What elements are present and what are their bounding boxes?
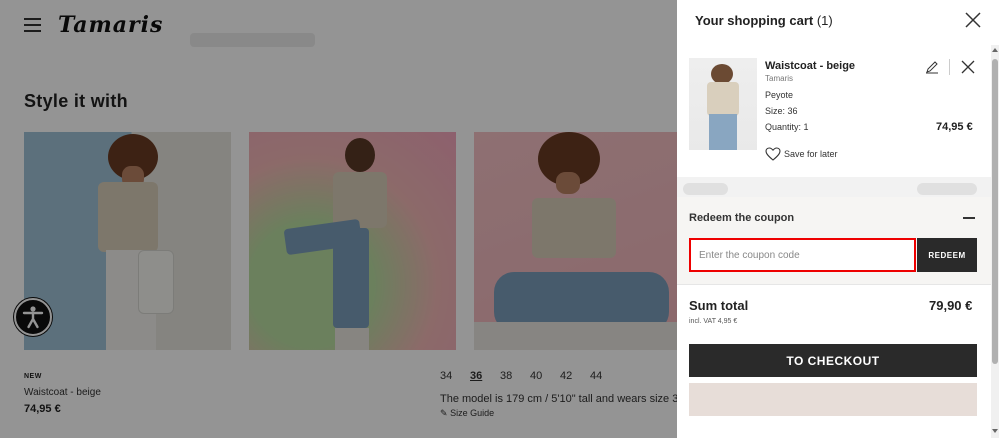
cart-item: Waistcoat - beige Tamaris Peyote Size: 3… [677, 43, 991, 177]
action-separator [949, 59, 950, 75]
divider [677, 284, 991, 285]
sum-total-label: Sum total [689, 298, 749, 313]
vat-note: incl. VAT 4,95 € [689, 318, 738, 325]
cart-count: (1) [816, 13, 833, 28]
close-icon[interactable] [964, 11, 982, 29]
sum-total-value: 79,90 € [929, 298, 973, 313]
save-for-later-button[interactable]: Save for later [765, 147, 838, 161]
cart-item-quantity: Quantity: 1 [765, 122, 809, 132]
cart-item-thumbnail[interactable] [689, 58, 757, 150]
edit-icon[interactable] [925, 60, 939, 74]
save-for-later-label: Save for later [784, 149, 838, 159]
cart-title: Your shopping cart (1) [695, 13, 833, 28]
checkout-button[interactable]: TO CHECKOUT [689, 344, 977, 377]
cart-item-name[interactable]: Waistcoat - beige [765, 60, 855, 72]
collapse-icon[interactable] [963, 217, 975, 219]
cart-item-brand: Tamaris [765, 74, 794, 83]
alternative-payment-button[interactable] [689, 383, 977, 416]
coupon-input[interactable] [689, 238, 916, 272]
scroll-down-icon[interactable] [992, 429, 998, 433]
coupon-title[interactable]: Redeem the coupon [689, 212, 794, 224]
drawer-scrollbar[interactable] [991, 45, 999, 438]
cart-item-size: Size: 36 [765, 106, 798, 116]
remove-item-icon[interactable] [961, 60, 975, 74]
coupon-section: Redeem the coupon REDEEM [677, 197, 991, 284]
redeem-button[interactable]: REDEEM [917, 238, 977, 272]
heart-icon [765, 147, 781, 161]
scroll-up-icon[interactable] [992, 48, 998, 52]
modal-overlay[interactable] [0, 0, 677, 438]
cart-title-text: Your shopping cart [695, 13, 814, 28]
cart-item-price: 74,95 € [936, 121, 973, 133]
scroll-thumb[interactable] [992, 59, 998, 364]
blurred-row [677, 177, 991, 197]
cart-item-color: Peyote [765, 90, 794, 100]
cart-drawer: Your shopping cart (1) Waistcoat - beige… [677, 0, 999, 438]
